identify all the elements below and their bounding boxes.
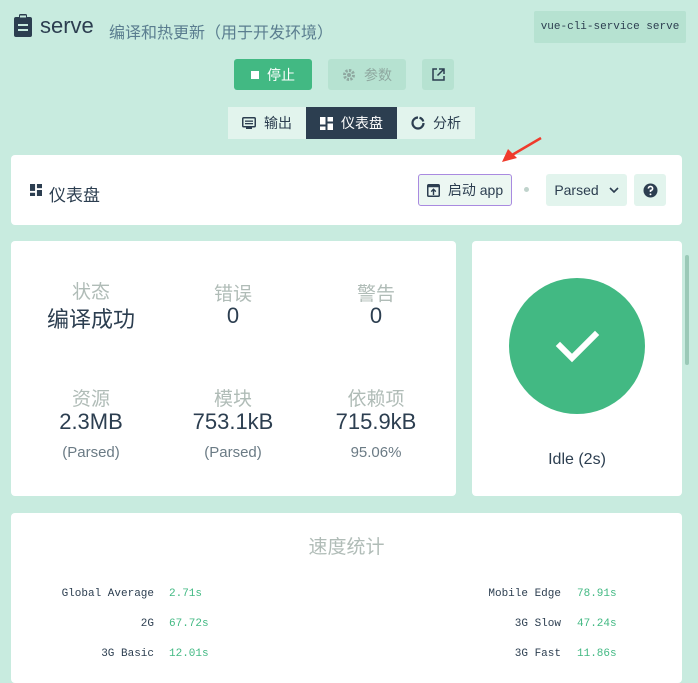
status-value: 编译成功 <box>46 307 135 332</box>
warnings-value: 0 <box>369 303 383 328</box>
tab-output-label: 输出 <box>264 115 292 131</box>
launch-app-label: 启动 app <box>447 182 504 198</box>
view-tabs: 输出 仪表盘 分析 <box>228 107 475 139</box>
deps-value: 715.9kB <box>335 409 417 434</box>
modules-label: 模块 <box>213 389 252 410</box>
deps-sub: 95.06% <box>350 444 402 461</box>
tab-dashboard[interactable]: 仪表盘 <box>306 107 397 139</box>
params-button[interactable]: 参数 <box>328 59 406 90</box>
stop-label: 停止 <box>267 66 295 83</box>
speed-label: 3G Slow <box>514 618 561 630</box>
chevron-down-icon <box>609 187 619 193</box>
help-icon <box>643 183 657 197</box>
dashboard-icon <box>30 184 42 196</box>
speed-value: 47.24s <box>577 618 617 630</box>
task-subtitle: 编译和热更新（用于开发环境） <box>109 25 334 42</box>
annotation-arrow-icon <box>502 136 542 162</box>
help-button[interactable] <box>634 174 666 206</box>
speed-value: 12.01s <box>169 648 209 660</box>
speed-value: 78.91s <box>577 588 617 600</box>
speed-label: Global Average <box>61 588 154 600</box>
speed-stats-title: 速度统计 <box>308 537 385 558</box>
assets-sub: (Parsed) <box>62 444 120 461</box>
assets-value: 2.3MB <box>59 409 123 434</box>
speed-label: Mobile Edge <box>488 588 561 600</box>
check-icon <box>555 330 600 363</box>
task-title: serve <box>40 13 94 38</box>
size-mode-value: Parsed <box>554 182 599 198</box>
size-mode-select[interactable]: Parsed <box>546 174 627 206</box>
gear-icon <box>343 68 355 81</box>
tab-output[interactable]: 输出 <box>228 107 306 139</box>
clipboard-icon <box>14 14 32 37</box>
speed-value: 11.86s <box>577 648 617 660</box>
external-link-icon <box>431 68 445 81</box>
params-label: 参数 <box>364 66 392 83</box>
dashboard-icon <box>320 116 333 130</box>
errors-label: 错误 <box>213 284 252 305</box>
stop-icon <box>251 70 259 79</box>
modules-sub: (Parsed) <box>204 444 262 461</box>
launch-icon <box>426 183 440 197</box>
assets-label: 资源 <box>71 389 110 410</box>
errors-value: 0 <box>226 303 240 328</box>
tab-dashboard-label: 仪表盘 <box>341 115 383 131</box>
stop-button[interactable]: 停止 <box>234 59 312 90</box>
scrollbar[interactable] <box>685 255 689 365</box>
command-badge: vue-cli-service serve <box>534 11 686 43</box>
tab-analyze-label: 分析 <box>433 115 461 131</box>
status-text: Idle (2s) <box>548 451 606 468</box>
dashboard-title: 仪表盘 <box>49 186 100 205</box>
speed-value: 2.71s <box>169 588 203 600</box>
tab-analyze[interactable]: 分析 <box>397 107 475 139</box>
separator-dot <box>524 187 529 192</box>
speed-label: 2G <box>140 618 154 630</box>
terminal-icon <box>242 117 256 129</box>
status-label: 状态 <box>71 282 110 303</box>
speed-label: 3G Fast <box>514 648 561 660</box>
speed-value: 67.72s <box>169 618 209 630</box>
speed-label: 3G Basic <box>101 648 154 660</box>
deps-label: 依赖项 <box>347 389 405 410</box>
open-external-button[interactable] <box>422 59 454 90</box>
donut-icon <box>411 116 425 130</box>
launch-app-button[interactable]: 启动 app <box>418 174 512 206</box>
warnings-label: 警告 <box>356 284 395 305</box>
modules-value: 753.1kB <box>192 409 274 434</box>
